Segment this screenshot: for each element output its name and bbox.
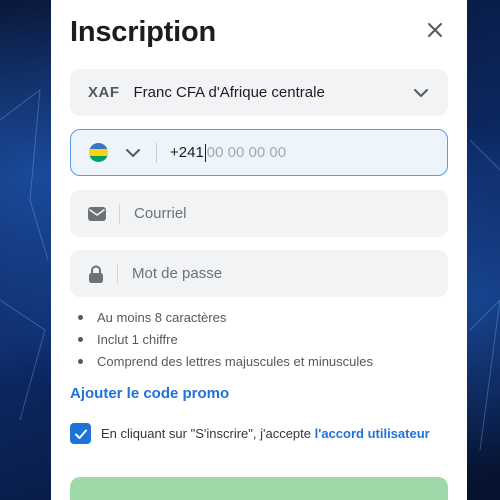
close-icon bbox=[428, 23, 442, 37]
terms-agreement: En cliquant sur "S'inscrire", j'accepte … bbox=[70, 423, 440, 444]
flag-stripe-bottom bbox=[89, 155, 108, 162]
bullet-icon bbox=[78, 358, 83, 364]
gabon-flag-icon[interactable] bbox=[89, 143, 108, 162]
email-field-container[interactable] bbox=[70, 190, 448, 237]
password-field-container[interactable] bbox=[70, 250, 448, 297]
signup-button[interactable]: S'inscrire bbox=[70, 477, 448, 500]
terms-text-prefix: En cliquant sur "S'inscrire", j'accepte bbox=[101, 426, 315, 441]
country-chevron-down-icon[interactable] bbox=[124, 144, 142, 162]
password-rule-item: Inclut 1 chiffre bbox=[78, 328, 373, 350]
password-rules-list: Au moins 8 caractères Inclut 1 chiffre C… bbox=[78, 306, 373, 372]
password-divider bbox=[117, 263, 118, 284]
bullet-icon bbox=[78, 314, 83, 320]
lock-icon bbox=[89, 265, 103, 283]
signup-modal: Inscription XAF Franc CFA d'Afrique cent… bbox=[51, 0, 467, 500]
envelope-icon bbox=[88, 206, 106, 221]
currency-code: XAF bbox=[88, 84, 120, 101]
phone-prefix: +241 bbox=[170, 144, 204, 161]
email-field[interactable] bbox=[134, 205, 430, 222]
chevron-down-icon bbox=[414, 88, 428, 97]
modal-title: Inscription bbox=[70, 16, 217, 48]
phone-field[interactable]: +241 bbox=[70, 129, 448, 176]
currency-select[interactable]: XAF Franc CFA d'Afrique centrale bbox=[70, 69, 448, 116]
user-agreement-link[interactable]: l'accord utilisateur bbox=[315, 426, 430, 441]
password-rule-item: Comprend des lettres majuscules et minus… bbox=[78, 350, 373, 372]
phone-input[interactable] bbox=[206, 144, 429, 161]
add-promo-code-link[interactable]: Ajouter le code promo bbox=[70, 385, 229, 402]
checkmark-icon bbox=[74, 429, 87, 439]
phone-divider bbox=[156, 142, 157, 163]
text-caret bbox=[204, 143, 206, 162]
terms-checkbox[interactable] bbox=[70, 423, 91, 444]
currency-name: Franc CFA d'Afrique centrale bbox=[133, 84, 325, 101]
email-divider bbox=[119, 203, 120, 224]
password-rule-item: Au moins 8 caractères bbox=[78, 306, 373, 328]
bullet-icon bbox=[78, 336, 83, 342]
terms-text: En cliquant sur "S'inscrire", j'accepte … bbox=[101, 425, 430, 443]
close-button[interactable] bbox=[425, 20, 445, 40]
password-field[interactable] bbox=[132, 265, 430, 282]
